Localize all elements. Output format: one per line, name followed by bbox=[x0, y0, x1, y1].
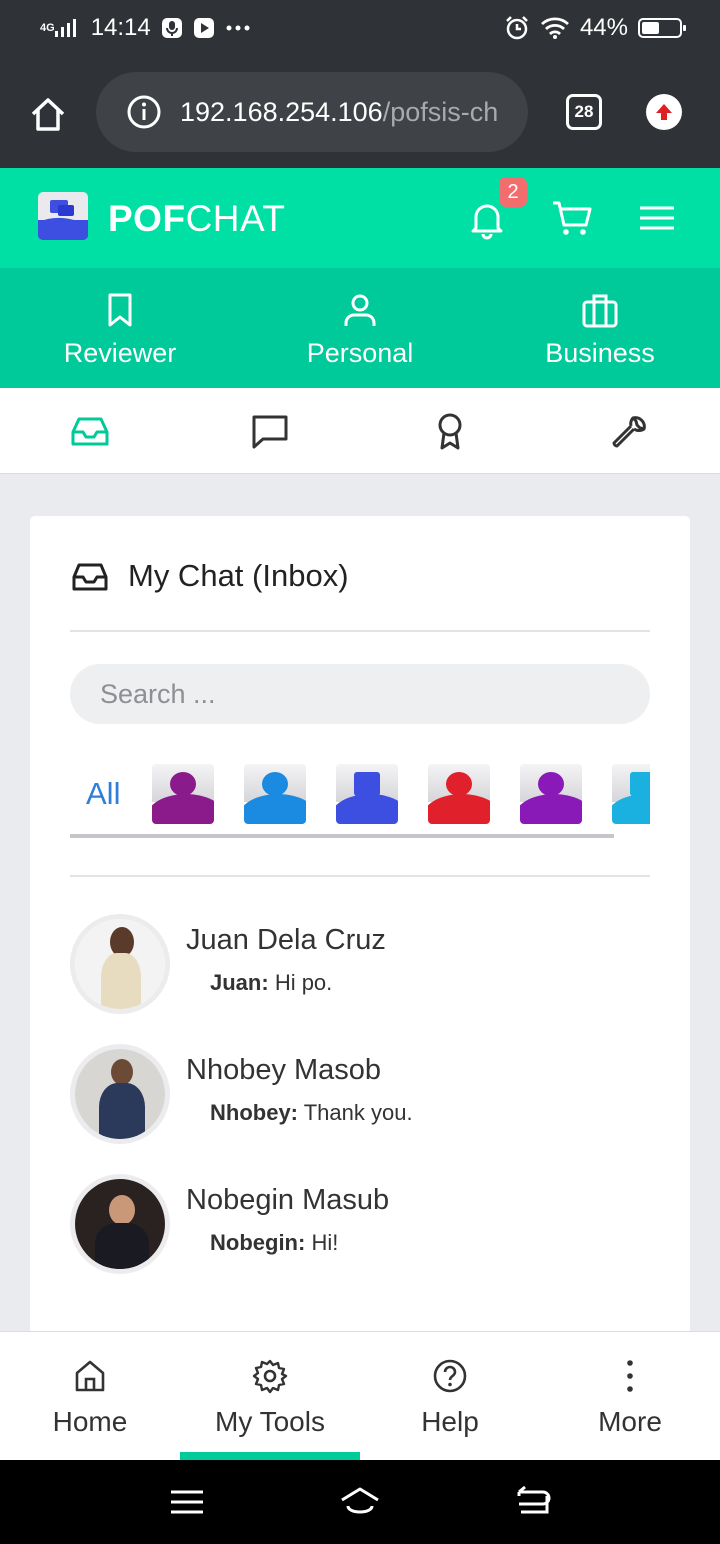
home-icon bbox=[75, 1360, 105, 1392]
chat-contact-name: Juan Dela Cruz bbox=[186, 924, 386, 956]
search-input[interactable] bbox=[70, 664, 650, 724]
update-icon[interactable] bbox=[646, 94, 682, 130]
hamburger-menu-icon[interactable] bbox=[636, 198, 678, 238]
award-icon bbox=[438, 413, 462, 449]
nav-label: More bbox=[598, 1406, 662, 1437]
chat-preview: Nobegin: Hi! bbox=[210, 1230, 338, 1256]
avatar bbox=[70, 1044, 170, 1144]
browser-home-icon[interactable] bbox=[28, 94, 68, 134]
inbox-icon bbox=[72, 563, 108, 591]
nav-my-tools[interactable]: My Tools bbox=[180, 1332, 360, 1460]
gear-icon bbox=[252, 1359, 288, 1394]
battery-icon bbox=[638, 18, 686, 38]
books-app-icon[interactable] bbox=[612, 764, 650, 824]
help-icon bbox=[433, 1359, 467, 1393]
back-icon[interactable] bbox=[513, 1484, 553, 1520]
category-personal[interactable]: Personal bbox=[240, 268, 480, 388]
brand-bold: POF bbox=[108, 198, 186, 239]
nav-home[interactable]: Home bbox=[0, 1332, 180, 1460]
filter-all[interactable]: All bbox=[70, 776, 152, 812]
chat-sender: Nhobey: bbox=[210, 1100, 298, 1125]
mind-app-icon[interactable] bbox=[520, 764, 582, 824]
pofchat-app-icon[interactable] bbox=[336, 764, 398, 824]
brand-name[interactable]: POFCHAT bbox=[108, 198, 286, 240]
support-app-icon[interactable] bbox=[428, 764, 490, 824]
notification-badge: 2 bbox=[499, 177, 527, 207]
tab-awards[interactable] bbox=[360, 388, 540, 473]
site-info-icon[interactable] bbox=[126, 94, 162, 130]
nav-label: My Tools bbox=[215, 1406, 325, 1437]
system-home-icon[interactable] bbox=[340, 1484, 380, 1520]
status-bar: 4G 14:14 44% bbox=[0, 0, 720, 56]
nav-more[interactable]: More bbox=[540, 1332, 720, 1460]
avatar bbox=[70, 1174, 170, 1274]
chat-bubble-icon bbox=[252, 415, 288, 448]
nav-help[interactable]: Help bbox=[360, 1332, 540, 1460]
divider bbox=[70, 875, 650, 877]
chat-list-item[interactable]: Nhobey Masob Nhobey: Thank you. bbox=[70, 1044, 650, 1148]
system-navigation-bar bbox=[0, 1460, 720, 1544]
briefcase-icon bbox=[582, 294, 618, 328]
nav-label: Help bbox=[421, 1406, 479, 1437]
tab-tools[interactable] bbox=[540, 388, 720, 473]
tab-inbox[interactable] bbox=[0, 388, 180, 473]
tab-chat[interactable] bbox=[180, 388, 360, 473]
url-path: /pofsis-ch bbox=[382, 96, 499, 127]
alarm-icon bbox=[504, 15, 530, 41]
filter-scrollbar[interactable] bbox=[70, 834, 614, 838]
category-label: Reviewer bbox=[63, 338, 177, 368]
brand-light: CHAT bbox=[185, 198, 286, 239]
nav-label: Home bbox=[52, 1406, 128, 1437]
app-filter-strip: All bbox=[70, 762, 650, 826]
chat-contact-name: Nhobey Masob bbox=[186, 1054, 382, 1086]
chat-list-item[interactable]: Nobegin Masub Nobegin: Hi! bbox=[70, 1174, 650, 1278]
recents-menu-icon[interactable] bbox=[167, 1484, 207, 1520]
chat-preview: Nhobey: Thank you. bbox=[210, 1100, 413, 1126]
network-type: 4G bbox=[40, 22, 55, 34]
avatar bbox=[70, 914, 170, 1014]
more-vertical-icon bbox=[627, 1360, 633, 1392]
inbox-title: My Chat (Inbox) bbox=[128, 558, 349, 593]
browser-toolbar: 192.168.254.106/pofsis-ch 28 bbox=[0, 56, 720, 168]
category-label: Business bbox=[545, 338, 655, 368]
section-tabs bbox=[0, 388, 720, 474]
pofchat-logo[interactable] bbox=[38, 192, 88, 240]
chat-preview: Juan: Hi po. bbox=[210, 970, 332, 996]
chat-list-item[interactable]: Juan Dela Cruz Juan: Hi po. bbox=[70, 914, 650, 1018]
chat-message: Hi po. bbox=[274, 970, 333, 995]
bookmark-icon bbox=[108, 293, 132, 327]
inbox-card: My Chat (Inbox) All Juan Dela Cruz Juan:… bbox=[30, 516, 690, 1346]
status-time: 14:14 bbox=[90, 14, 151, 41]
chat-contact-name: Nobegin Masub bbox=[186, 1184, 390, 1216]
wifi-icon bbox=[540, 16, 570, 40]
reviewer-app-icon[interactable] bbox=[152, 764, 214, 824]
tab-switcher-button[interactable]: 28 bbox=[566, 94, 602, 130]
category-business[interactable]: Business bbox=[480, 268, 720, 388]
chat-sender: Juan: bbox=[210, 970, 269, 995]
wrench-icon bbox=[612, 415, 646, 447]
url-host: 192.168.254.106 bbox=[180, 96, 383, 127]
inbox-icon bbox=[71, 417, 109, 445]
category-bar: Reviewer Personal Business bbox=[0, 268, 720, 388]
category-label: Personal bbox=[306, 338, 414, 368]
chat-message: Thank you. bbox=[303, 1100, 413, 1125]
chat-sender: Nobegin: bbox=[210, 1230, 306, 1255]
youtube-icon bbox=[193, 17, 215, 39]
microphone-icon bbox=[161, 17, 183, 39]
cloud-chat-app-icon[interactable] bbox=[244, 764, 306, 824]
inbox-header: My Chat (Inbox) bbox=[70, 556, 349, 596]
address-bar[interactable]: 192.168.254.106/pofsis-ch bbox=[96, 72, 528, 152]
app-header: POFCHAT bbox=[0, 168, 720, 268]
battery-percent: 44% bbox=[579, 14, 628, 41]
category-reviewer[interactable]: Reviewer bbox=[0, 268, 240, 388]
chat-message: Hi! bbox=[311, 1230, 339, 1255]
user-icon bbox=[344, 294, 376, 326]
cart-icon[interactable] bbox=[550, 196, 594, 240]
more-dots-icon bbox=[225, 23, 251, 33]
divider bbox=[70, 630, 650, 632]
bottom-navigation: Home My Tools Help More bbox=[0, 1331, 720, 1460]
signal-icon: 4G bbox=[40, 17, 81, 39]
